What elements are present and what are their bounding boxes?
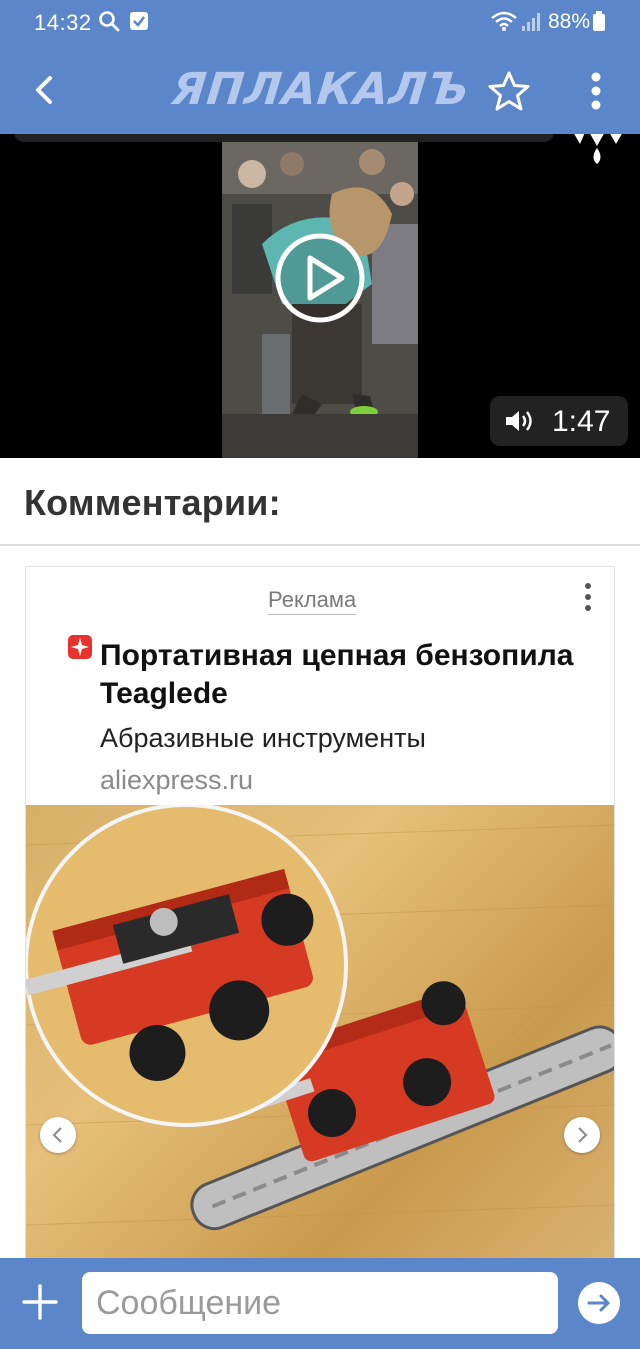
status-bar: 14:32 88% [0, 0, 640, 50]
play-icon[interactable] [274, 232, 366, 324]
more-vertical-icon[interactable] [576, 581, 600, 613]
yandex-ad-icon [68, 635, 92, 659]
wifi-icon [491, 11, 517, 31]
chain-sharpener-illustration [26, 805, 614, 1231]
plus-icon[interactable] [20, 1282, 60, 1322]
chevron-left-icon[interactable] [40, 1117, 76, 1153]
comments-divider [0, 544, 640, 546]
duration-badge: 1:47 [490, 396, 628, 446]
comments-heading: Комментарии: [24, 482, 281, 523]
ad-product-image[interactable] [26, 805, 614, 1265]
search-icon [99, 11, 120, 32]
message-input[interactable] [82, 1272, 558, 1334]
chevron-right-icon[interactable] [564, 1117, 600, 1153]
star-icon[interactable] [486, 68, 532, 114]
checkbox-icon [130, 12, 148, 30]
site-watermark-icon [574, 134, 622, 164]
ad-headline[interactable]: Портативная цепная бензопила Teaglede [100, 637, 580, 713]
video-caption-strip [14, 134, 554, 142]
app-bar: ЯПЛАКАЛЪ [0, 50, 640, 134]
signal-icon [522, 13, 540, 31]
battery-icon [593, 11, 605, 31]
app-screen: 14:32 88% ЯПЛАКАЛЪ 1:47 Комментарии: Рек… [0, 0, 640, 1349]
more-vertical-icon[interactable] [574, 68, 618, 114]
ad-subline: Абразивные инструменты [100, 723, 426, 753]
back-arrow-icon[interactable] [24, 68, 68, 112]
message-bar [0, 1258, 640, 1349]
status-time: 14:32 [34, 10, 92, 35]
send-arrow-icon[interactable] [578, 1282, 620, 1324]
battery-percent: 88% [548, 10, 591, 33]
ad-card[interactable]: Реклама Портативная цепная бензопила Tea… [25, 566, 615, 1266]
speaker-icon[interactable] [504, 408, 536, 434]
ad-domain[interactable]: aliexpress.ru [100, 765, 253, 796]
video-duration: 1:47 [552, 405, 611, 438]
ad-label[interactable]: Реклама [268, 587, 357, 615]
video-player[interactable]: 1:47 [0, 134, 640, 458]
site-logo[interactable]: ЯПЛАКАЛЪ [169, 64, 472, 118]
